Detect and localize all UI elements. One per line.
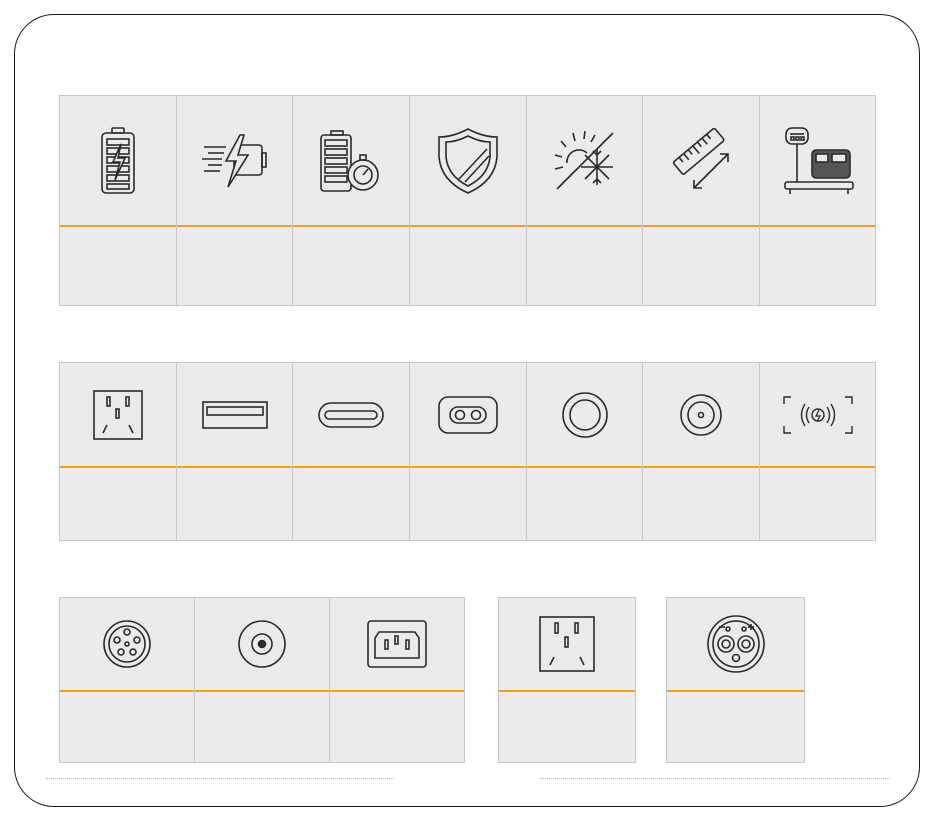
weight-scale-icon — [760, 96, 875, 225]
car-socket-port-icon — [410, 363, 526, 466]
dotted-divider-right — [540, 778, 890, 779]
port-label — [527, 465, 642, 540]
feature-label — [410, 224, 526, 305]
port-label — [60, 465, 176, 540]
feature-label — [293, 224, 409, 305]
iec-c14-inlet-icon — [330, 598, 464, 690]
port-cell — [409, 362, 526, 541]
anderson-label — [667, 689, 804, 762]
connector-cell — [194, 597, 329, 763]
battery-timer-icon — [293, 96, 409, 225]
port-cell — [59, 362, 176, 541]
dc-port-icon — [643, 363, 759, 466]
dotted-divider-left — [46, 778, 394, 779]
port-label — [643, 465, 759, 540]
feature-cell — [526, 95, 642, 306]
connector-cell — [59, 597, 194, 763]
usb-a-port-icon — [177, 363, 292, 466]
feature-cell — [642, 95, 759, 306]
wireless-charging-icon — [760, 363, 875, 466]
ac-outlet-icon — [60, 363, 176, 466]
connector-label — [60, 689, 194, 762]
fast-charge-icon — [177, 96, 292, 225]
feature-cell — [759, 95, 876, 306]
port-label — [177, 465, 292, 540]
feature-label — [177, 224, 292, 305]
feature-cell — [292, 95, 409, 306]
outlet-label — [499, 689, 635, 762]
feature-cell — [409, 95, 526, 306]
feature-cell — [176, 95, 292, 306]
connector-row — [59, 597, 465, 763]
port-cell — [176, 362, 292, 541]
feature-label — [60, 224, 176, 305]
connector-cell — [329, 597, 465, 763]
dc-barrel-jack-icon — [195, 598, 329, 690]
port-cell — [526, 362, 642, 541]
feature-cell — [59, 95, 176, 306]
usb-c-port-icon — [293, 363, 409, 466]
port-cell — [642, 362, 759, 541]
port-label — [410, 465, 526, 540]
anderson-cell — [666, 597, 805, 763]
port-cell — [292, 362, 409, 541]
feature-row — [59, 95, 876, 306]
feature-label — [760, 224, 875, 305]
feature-label — [527, 224, 642, 305]
ac-outlet-icon — [499, 598, 635, 690]
battery-charging-icon — [60, 96, 176, 225]
feature-label — [643, 224, 759, 305]
outlet-cell — [498, 597, 636, 763]
sun-snowflake-icon — [527, 96, 642, 225]
ruler-icon — [643, 96, 759, 225]
connector-label — [330, 689, 464, 762]
outlet-block — [498, 597, 636, 763]
anderson-connector-icon — [667, 598, 804, 690]
port-row — [59, 362, 876, 541]
port-label — [760, 465, 875, 540]
anderson-block — [666, 597, 805, 763]
port-label — [293, 465, 409, 540]
round-port-icon — [527, 363, 642, 466]
port-cell — [759, 362, 876, 541]
shield-icon — [410, 96, 526, 225]
connector-label — [195, 689, 329, 762]
aviation-connector-icon — [60, 598, 194, 690]
